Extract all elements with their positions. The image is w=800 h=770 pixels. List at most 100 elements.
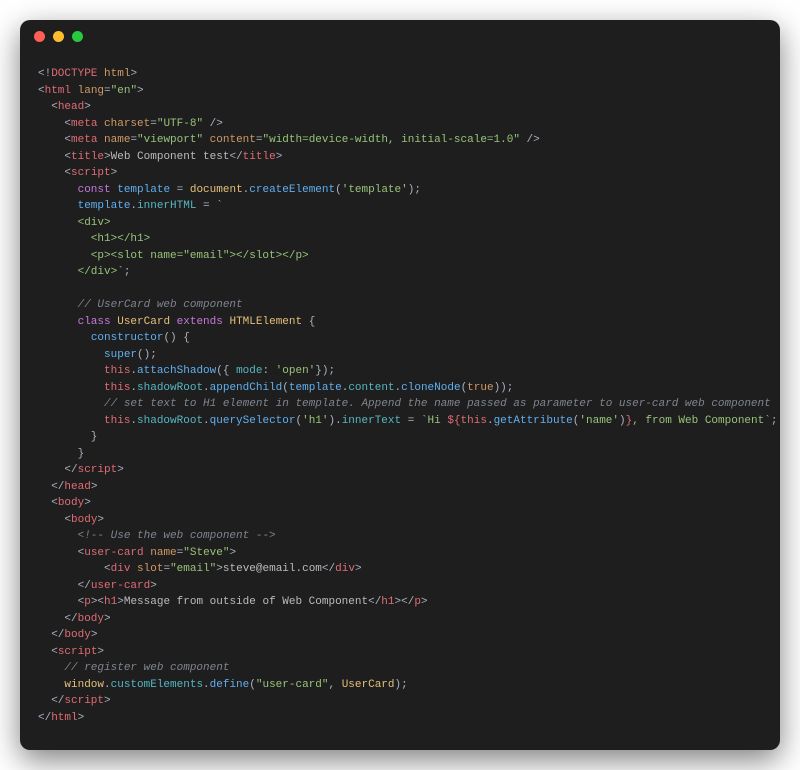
token: >: [276, 151, 283, 163]
token: 'template': [342, 184, 408, 196]
token: (: [335, 184, 342, 196]
token: [38, 382, 104, 394]
token: script: [71, 167, 111, 179]
token: </: [38, 481, 64, 493]
token: <: [38, 514, 71, 526]
token: (: [282, 382, 289, 394]
token: ;: [124, 266, 131, 278]
token: body: [64, 629, 90, 641]
token: name: [104, 134, 130, 146]
token: [203, 134, 210, 146]
token: [38, 415, 104, 427]
token: =: [104, 85, 111, 97]
token: <: [38, 497, 58, 509]
token: }: [38, 448, 84, 460]
token: ({: [216, 365, 236, 377]
code-line: this.shadowRoot.appendChild(template.con…: [38, 380, 762, 397]
code-line: <script>: [38, 644, 762, 661]
token: [38, 200, 78, 212]
token: shadowRoot: [137, 415, 203, 427]
token: =: [196, 200, 216, 212]
token: shadowRoot: [137, 382, 203, 394]
token: (: [249, 679, 256, 691]
token: .: [203, 382, 210, 394]
token: 'h1': [302, 415, 328, 427]
token: >: [104, 613, 111, 625]
token: ${: [447, 415, 460, 427]
token: ></: [395, 596, 415, 608]
token: <p><slot name="email"></slot></p>: [38, 250, 309, 262]
token: {: [302, 316, 315, 328]
code-line: </user-card>: [38, 578, 762, 595]
token: charset: [104, 118, 150, 130]
token: [38, 299, 78, 311]
code-line: // register web component: [38, 660, 762, 677]
code-line: <user-card name="Steve">: [38, 545, 762, 562]
token: createElement: [249, 184, 335, 196]
token: >: [111, 167, 118, 179]
code-line: class UserCard extends HTMLElement {: [38, 314, 762, 331]
token: innerHTML: [137, 200, 196, 212]
code-editor-window: <!DOCTYPE html><html lang="en"> <head> <…: [20, 20, 780, 750]
token: ,: [329, 679, 342, 691]
token: }: [38, 431, 97, 443]
code-line: </div>`;: [38, 264, 762, 281]
token: <!-- Use the web component -->: [78, 530, 276, 542]
token: innerText: [342, 415, 401, 427]
code-line: const template = document.createElement(…: [38, 182, 762, 199]
token: >: [130, 68, 137, 80]
maximize-icon[interactable]: [72, 31, 83, 42]
token: </div>`: [38, 266, 124, 278]
token: `: [216, 200, 223, 212]
code-line: window.customElements.define("user-card"…: [38, 677, 762, 694]
token: html: [45, 85, 71, 97]
token: <: [38, 151, 71, 163]
code-line: </html>: [38, 710, 762, 727]
code-line: <meta name="viewport" content="width=dev…: [38, 132, 762, 149]
token: UserCard: [342, 679, 395, 691]
token: 'name': [579, 415, 619, 427]
token: meta: [71, 134, 97, 146]
code-line: <p><h1>Message from outside of Web Compo…: [38, 594, 762, 611]
code-line: // UserCard web component: [38, 297, 762, 314]
token: >: [91, 481, 98, 493]
token: >: [355, 563, 362, 575]
token: script: [58, 646, 98, 658]
token: super: [104, 349, 137, 361]
code-line: <h1></h1>: [38, 231, 762, 248]
token: <: [38, 167, 71, 179]
token: customElements: [111, 679, 203, 691]
token: document: [190, 184, 243, 196]
token: [38, 184, 78, 196]
token: constructor: [91, 332, 164, 344]
token: </: [229, 151, 242, 163]
token: =: [256, 134, 263, 146]
token: >: [150, 580, 157, 592]
token: [170, 316, 177, 328]
token: class: [78, 316, 111, 328]
token: "email": [170, 563, 216, 575]
token: ();: [137, 349, 157, 361]
token: [38, 365, 104, 377]
token: this: [104, 382, 130, 394]
token: head: [64, 481, 90, 493]
token: this: [461, 415, 487, 427]
code-line: <meta charset="UTF-8" />: [38, 116, 762, 133]
token: <: [38, 118, 71, 130]
token: template: [78, 200, 131, 212]
token: lang: [78, 85, 104, 97]
token: `Hi: [421, 415, 447, 427]
token: </: [38, 629, 64, 641]
token: html: [51, 712, 77, 724]
token: >: [78, 712, 85, 724]
token: h1: [381, 596, 394, 608]
token: appendChild: [210, 382, 283, 394]
token: >: [84, 497, 91, 509]
token: define: [210, 679, 250, 691]
minimize-icon[interactable]: [53, 31, 64, 42]
token: </: [322, 563, 335, 575]
token: [38, 398, 104, 410]
code-line: </body>: [38, 627, 762, 644]
close-icon[interactable]: [34, 31, 45, 42]
token: >: [229, 547, 236, 559]
